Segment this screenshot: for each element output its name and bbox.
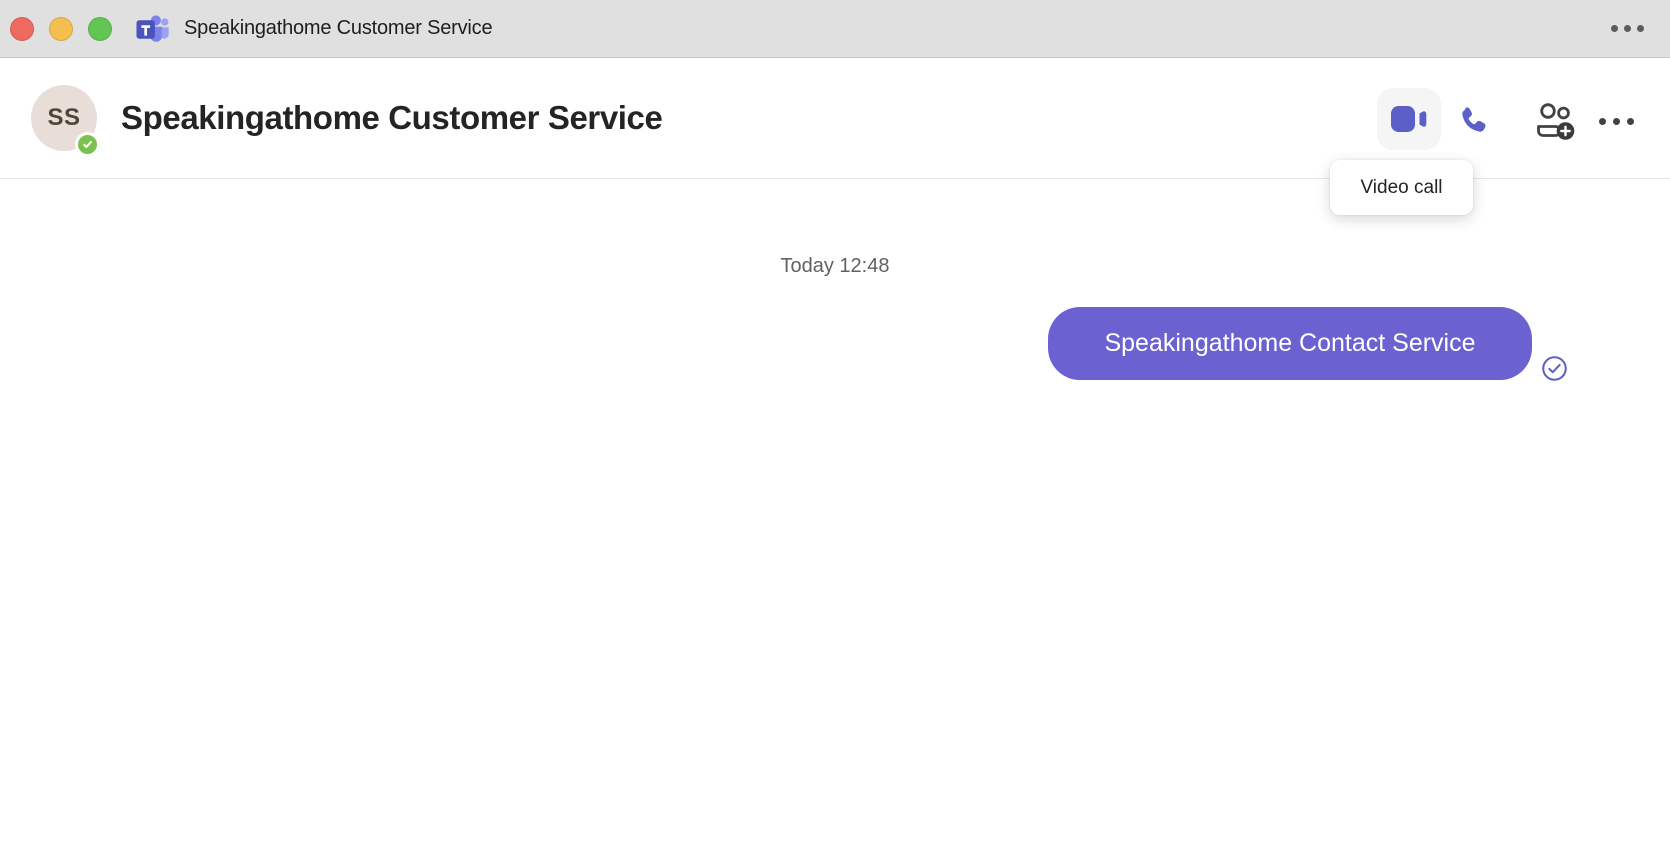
- more-options-button[interactable]: [1594, 99, 1638, 143]
- titlebar-ellipsis-icon[interactable]: [1611, 0, 1644, 57]
- outgoing-message-bubble[interactable]: Speakingathome Contact Service: [1048, 307, 1532, 380]
- date-divider: Today 12:48: [780, 255, 890, 277]
- minimize-window-button[interactable]: [49, 16, 73, 41]
- window-title: Speakingathome Customer Service: [184, 17, 493, 39]
- presence-available-icon: [75, 132, 100, 157]
- window-titlebar: Speakingathome Customer Service: [0, 0, 1670, 58]
- close-window-button[interactable]: [10, 16, 34, 41]
- chat-message-area: Today 12:48 Speakingathome Contact Servi…: [0, 179, 1670, 850]
- chat-title: Speakingathome Customer Service: [121, 99, 663, 136]
- window-controls: [10, 16, 112, 41]
- avatar[interactable]: SS: [31, 85, 100, 157]
- phone-icon: [1462, 107, 1486, 132]
- teams-logo-icon: [136, 14, 169, 42]
- video-call-tooltip: Video call: [1330, 160, 1473, 215]
- add-people-icon: [1537, 103, 1575, 140]
- video-camera-icon: [1391, 105, 1427, 132]
- audio-call-button[interactable]: [1451, 99, 1495, 143]
- add-people-button[interactable]: [1533, 99, 1577, 143]
- seen-check-icon: [1542, 356, 1567, 381]
- fullscreen-window-button[interactable]: [88, 16, 112, 41]
- video-call-button[interactable]: [1377, 88, 1441, 150]
